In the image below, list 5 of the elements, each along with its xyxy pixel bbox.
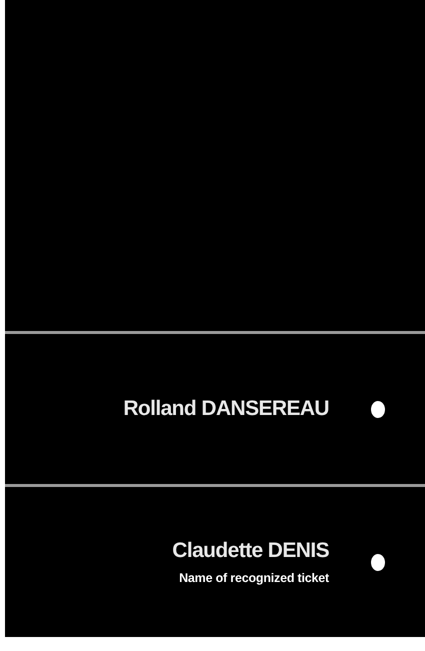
person-name: Rolland DANSEREAU xyxy=(123,397,329,421)
dot-icon xyxy=(371,400,385,418)
ticket-caption: Name of recognized ticket xyxy=(179,571,329,585)
person-name: Claudette DENIS xyxy=(172,539,329,563)
dot-icon xyxy=(371,554,385,570)
